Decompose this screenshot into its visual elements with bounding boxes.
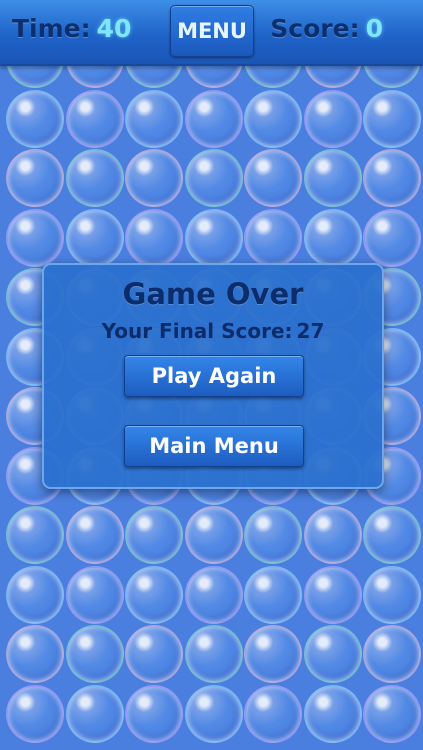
bubble[interactable] xyxy=(363,149,421,207)
bubble[interactable] xyxy=(125,506,183,564)
bubble[interactable] xyxy=(303,625,362,683)
bubble[interactable] xyxy=(363,565,421,624)
game-over-title: Game Over xyxy=(122,277,304,311)
bubble[interactable] xyxy=(244,625,302,683)
final-score-value: 27 xyxy=(296,319,325,343)
bubble[interactable] xyxy=(6,625,64,683)
game-over-dialog: Game Over Your Final Score: 27 Play Again… xyxy=(42,263,384,489)
bubble[interactable] xyxy=(6,506,64,564)
play-again-button[interactable]: Play Again xyxy=(124,355,304,397)
bubble[interactable] xyxy=(65,684,124,743)
bubble[interactable] xyxy=(125,565,183,624)
bubble[interactable] xyxy=(125,149,183,207)
bubble[interactable] xyxy=(6,208,64,267)
bubble[interactable] xyxy=(244,506,302,564)
time-label: Time: xyxy=(12,14,91,43)
bubble[interactable] xyxy=(65,208,124,267)
bubble[interactable] xyxy=(303,684,362,743)
time-value: 40 xyxy=(96,14,132,43)
bubble[interactable] xyxy=(363,684,421,743)
bubble[interactable] xyxy=(244,208,302,267)
bubble[interactable] xyxy=(244,565,302,624)
bubble[interactable] xyxy=(363,208,421,267)
bubble[interactable] xyxy=(303,208,362,267)
bubble[interactable] xyxy=(125,625,183,683)
menu-button[interactable]: MENU xyxy=(170,5,254,57)
bubble[interactable] xyxy=(65,89,124,148)
bubble[interactable] xyxy=(65,149,124,207)
bubble[interactable] xyxy=(363,625,421,683)
bubble[interactable] xyxy=(244,89,302,148)
bubble[interactable] xyxy=(184,208,243,267)
bubble[interactable] xyxy=(244,149,302,207)
bubble[interactable] xyxy=(363,506,421,564)
bubble[interactable] xyxy=(303,149,362,207)
main-menu-button[interactable]: Main Menu xyxy=(124,425,304,467)
score-label: Score: xyxy=(270,14,360,43)
bubble[interactable] xyxy=(65,506,124,564)
bubble[interactable] xyxy=(65,625,124,683)
score-display: Score: 0 xyxy=(270,14,383,43)
bubble[interactable] xyxy=(244,684,302,743)
bubble[interactable] xyxy=(125,89,183,148)
bubble[interactable] xyxy=(125,208,183,267)
bubble[interactable] xyxy=(6,565,64,624)
bubble[interactable] xyxy=(184,625,243,683)
bubble[interactable] xyxy=(363,89,421,148)
bubble[interactable] xyxy=(184,506,243,564)
bubble[interactable] xyxy=(303,565,362,624)
bubble[interactable] xyxy=(184,89,243,148)
bubble[interactable] xyxy=(6,89,64,148)
bubble[interactable] xyxy=(184,684,243,743)
bubble[interactable] xyxy=(6,149,64,207)
top-bar: Time: 40 MENU Score: 0 xyxy=(0,0,423,66)
bubble[interactable] xyxy=(6,684,64,743)
bubble[interactable] xyxy=(65,565,124,624)
final-score-line: Your Final Score: 27 xyxy=(44,319,382,343)
bubble[interactable] xyxy=(184,565,243,624)
bubble[interactable] xyxy=(303,89,362,148)
bubble[interactable] xyxy=(303,506,362,564)
final-score-label: Your Final Score: xyxy=(101,319,293,343)
score-value: 0 xyxy=(365,14,383,43)
time-display: Time: 40 xyxy=(12,14,131,43)
bubble[interactable] xyxy=(184,149,243,207)
bubble[interactable] xyxy=(125,684,183,743)
